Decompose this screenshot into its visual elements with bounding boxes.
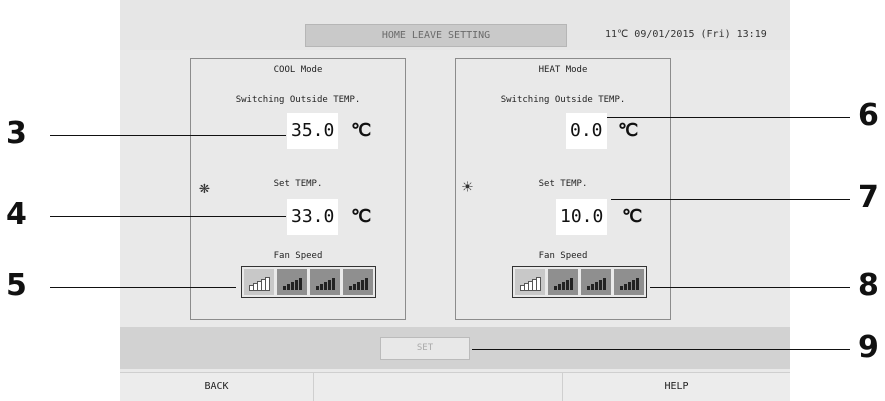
fan-bar-icon [319,284,323,290]
device-screen: HOME LEAVE SETTING 11℃ 09/01/2015 (Fri) … [120,0,790,401]
fan-bar-icon [282,286,286,290]
fan-bar-icon [519,285,525,291]
callout-7: 7 [858,180,879,215]
fan-bar-icon [553,286,557,290]
fan-bar-icon [531,279,537,291]
callout-line-8 [650,287,850,288]
heat-switching-label: Switching Outside TEMP. [500,95,626,105]
help-button[interactable]: HELP [563,373,790,401]
cool-switching-unit: ℃ [351,120,372,141]
callout-5: 5 [6,268,27,303]
fan-bar-icon [315,286,319,290]
callout-3: 3 [6,116,27,151]
cool-switching-label: Switching Outside TEMP. [235,95,361,105]
heat-fan-label: Fan Speed [538,251,588,261]
cool-fan-speed-2-button[interactable] [277,269,307,295]
callout-line-3 [50,135,286,136]
heat-set-temp-label: Set TEMP. [538,179,588,189]
header: HOME LEAVE SETTING 11℃ 09/01/2015 (Fri) … [120,0,790,50]
fan-bar-icon [323,282,327,290]
callout-line-4 [50,216,286,217]
fan-bar-icon [598,280,602,290]
cool-mode-label: COOL Mode [273,65,323,75]
footer-blank-button[interactable] [314,373,562,401]
cool-fan-label: Fan Speed [273,251,323,261]
cool-fan-speed-group [241,266,376,298]
heat-fan-speed-4-button[interactable] [614,269,644,295]
cool-set-temp-label: Set TEMP. [273,179,323,189]
fan-bar-icon [348,286,352,290]
fan-bar-icon [565,280,569,290]
cool-fan-speed-1-button[interactable] [244,269,274,295]
heat-switching-unit: ℃ [618,120,639,141]
heat-fan-speed-group [512,266,647,298]
cool-mode-panel: COOL Mode Switching Outside TEMP. 35.0 ℃… [190,58,406,320]
callout-8: 8 [858,268,879,303]
callout-4: 4 [6,197,27,232]
fan-bar-icon [594,282,598,290]
fan-bar-icon [248,285,254,291]
cool-set-temp-input[interactable]: 33.0 [287,199,339,235]
heat-fan-speed-3-button[interactable] [581,269,611,295]
fan-bar-icon [586,286,590,290]
heat-set-temp-input[interactable]: 10.0 [556,199,608,235]
fan-bar-icon [327,280,331,290]
fan-bar-icon [569,278,573,290]
fan-bar-icon [623,284,627,290]
fan-bar-icon [523,283,529,291]
fan-bar-icon [286,284,290,290]
fan-bar-icon [635,278,639,290]
fan-bar-icon [331,278,335,290]
callout-line-5 [50,287,236,288]
fan-bar-icon [260,279,266,291]
heat-set-temp-unit: ℃ [622,206,643,227]
cool-fan-speed-4-button[interactable] [343,269,373,295]
fan-bar-icon [590,284,594,290]
fan-bar-icon [627,282,631,290]
cool-switching-temp-input[interactable]: 35.0 [287,113,339,149]
fan-bar-icon [290,282,294,290]
fan-bar-icon [294,280,298,290]
cool-set-temp-unit: ℃ [351,206,372,227]
footer-bar: BACK HELP [120,372,790,401]
set-button[interactable]: SET [380,337,470,360]
fan-bar-icon [364,278,368,290]
fan-bar-icon [557,284,561,290]
callout-line-7 [611,199,850,200]
fan-bar-icon [264,277,270,291]
heat-switching-temp-input[interactable]: 0.0 [566,113,607,149]
fan-bar-icon [631,280,635,290]
callout-9: 9 [858,330,879,365]
fan-bar-icon [252,283,258,291]
fan-bar-icon [360,280,364,290]
cool-fan-speed-3-button[interactable] [310,269,340,295]
datetime-display: 11℃ 09/01/2015 (Fri) 13:19 [605,29,767,40]
callout-line-6 [607,117,850,118]
fan-bar-icon [298,278,302,290]
heat-mode-label: HEAT Mode [538,65,588,75]
callout-line-9 [472,349,850,350]
fan-bar-icon [527,281,533,291]
page-title: HOME LEAVE SETTING [305,24,567,47]
fan-bar-icon [535,277,541,291]
fan-bar-icon [352,284,356,290]
fan-bar-icon [619,286,623,290]
fan-bar-icon [602,278,606,290]
heat-fan-speed-2-button[interactable] [548,269,578,295]
heat-fan-speed-1-button[interactable] [515,269,545,295]
fan-bar-icon [256,281,262,291]
back-button[interactable]: BACK [120,373,313,401]
fan-bar-icon [561,282,565,290]
heat-mode-panel: HEAT Mode Switching Outside TEMP. 0.0 ℃ … [455,58,671,320]
callout-6: 6 [858,98,879,133]
fan-bar-icon [356,282,360,290]
